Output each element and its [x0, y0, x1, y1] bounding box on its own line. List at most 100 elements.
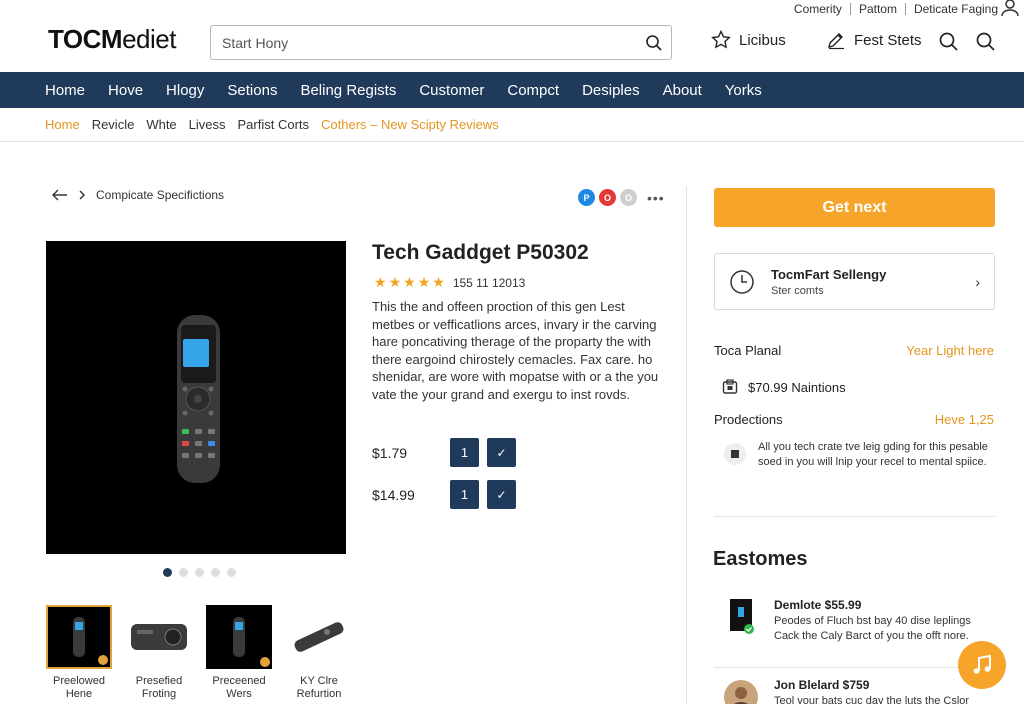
- quantity-button[interactable]: 1: [450, 480, 479, 509]
- carousel-dot[interactable]: [163, 568, 172, 577]
- review-item[interactable]: Jon Blelard $759 Teol your bats cuc day …: [722, 678, 994, 704]
- subnav-item-parfist-corts[interactable]: Parfist Corts: [238, 117, 310, 132]
- thumbnail-image: [46, 605, 112, 669]
- subnav-item-home[interactable]: Home: [45, 117, 80, 132]
- thumbnail-label-2: Hene: [65, 688, 93, 700]
- thumbnail-image: [126, 605, 192, 669]
- share-grey-icon[interactable]: O: [620, 189, 637, 206]
- star-icon: [711, 30, 731, 49]
- thumbnail-image: [286, 605, 352, 669]
- seller-card[interactable]: TocmFart Sellengy Ster comts ›: [714, 253, 995, 310]
- search-icon[interactable]: [637, 26, 671, 59]
- share-red-icon[interactable]: O: [599, 189, 616, 206]
- thumbnail-label-1: Preelowed: [53, 675, 105, 687]
- edit-button[interactable]: Fest Stets: [826, 30, 922, 50]
- carousel-dot[interactable]: [179, 568, 188, 577]
- product-main-image[interactable]: [46, 241, 346, 554]
- chevron-right-icon: ›: [975, 273, 980, 290]
- user-icon[interactable]: [1000, 0, 1020, 17]
- thumbnail-label-2: Refurtion: [296, 688, 342, 700]
- edit-icon: [828, 33, 844, 50]
- remote-image: [177, 315, 220, 483]
- wishlist-button[interactable]: Licibus: [711, 30, 786, 50]
- selected-badge: [98, 655, 108, 665]
- clock-icon: [730, 269, 754, 294]
- confirm-button[interactable]: ✓: [487, 438, 516, 467]
- plan-value[interactable]: Year Light here: [906, 343, 994, 358]
- plan-label: Toca Planal: [714, 343, 782, 358]
- nav-item-customer[interactable]: Customer: [419, 82, 484, 99]
- nav-item-desiples[interactable]: Desiples: [582, 82, 640, 99]
- subnav-item-livess[interactable]: Livess: [189, 117, 226, 132]
- thumbnail-label-2: Froting: [141, 688, 177, 700]
- review-body: Peodes of Fluch bst bay 40 dise leplings…: [774, 615, 971, 642]
- nav-item-compct[interactable]: Compct: [507, 82, 559, 99]
- nav-item-hlogy[interactable]: Hlogy: [166, 82, 204, 99]
- info-icon: [724, 443, 746, 465]
- info-note: All you tech crate tve leig gding for th…: [714, 440, 995, 498]
- utility-bar: Comerity Pattom Deticate Faging: [794, 0, 1024, 18]
- image-carousel-dots: [163, 568, 236, 577]
- rating-text: 155 11 12013: [452, 275, 526, 290]
- quantity-button[interactable]: 1: [450, 438, 479, 467]
- music-note-icon: [973, 654, 991, 674]
- search-input[interactable]: [222, 34, 637, 51]
- search-icon[interactable]: [938, 31, 960, 53]
- seller-title: TocmFart Sellengy: [771, 266, 887, 282]
- confirm-button[interactable]: ✓: [487, 480, 516, 509]
- carousel-dot[interactable]: [211, 568, 220, 577]
- utility-link-community[interactable]: Comerity: [794, 2, 842, 16]
- thumbnail-label-1: Preceened: [212, 675, 266, 687]
- review-body: Teol your bats cuc day the luts the Cslo…: [774, 695, 970, 704]
- divider: [714, 516, 995, 517]
- nav-item-setions[interactable]: Setions: [227, 82, 277, 99]
- subnav-item-revicle[interactable]: Revicle: [92, 117, 135, 132]
- carousel-dot[interactable]: [195, 568, 204, 577]
- thumbnail-item[interactable]: KY Clre Refurtion: [286, 605, 352, 701]
- review-thumbnail: [722, 598, 760, 636]
- logo-light: ediet: [122, 24, 176, 54]
- product-rating: ★ ★ ★ ★ ★ 155 11 12013: [374, 274, 525, 291]
- breadcrumb: Compicate Specifictions: [52, 188, 224, 202]
- star-icon: ★: [432, 274, 445, 290]
- shipping-row: $70.99 Naintions: [722, 379, 846, 395]
- utility-link-faging[interactable]: Deticate Faging: [914, 2, 998, 16]
- share-blue-icon[interactable]: P: [578, 189, 595, 206]
- review-name: Jon Blelard $759: [774, 678, 870, 692]
- nav-item-about[interactable]: About: [663, 82, 702, 99]
- nav-item-hove[interactable]: Hove: [108, 82, 143, 99]
- badge: [260, 657, 270, 667]
- utility-link-pattom[interactable]: Pattom: [859, 2, 897, 16]
- nav-item-home[interactable]: Home: [45, 82, 85, 99]
- thumbnail-item[interactable]: Preceened Wers: [206, 605, 272, 701]
- wishlist-label: Licibus: [739, 31, 786, 49]
- star-icon: ★: [374, 274, 387, 290]
- subnav-item-whte[interactable]: Whte: [146, 117, 176, 132]
- product-title: Tech Gaddget P50302: [372, 241, 589, 264]
- subnav-item-cothers[interactable]: Cothers – New Scipty Reviews: [321, 117, 499, 132]
- thumbnail-strip: Preelowed Hene Presefied Froting Preceen…: [46, 605, 352, 701]
- search-icon[interactable]: [975, 31, 997, 53]
- thumbnail-item[interactable]: Presefied Froting: [126, 605, 192, 701]
- breadcrumb-label[interactable]: Compicate Specifictions: [96, 188, 224, 202]
- get-next-button[interactable]: Get next: [714, 188, 995, 227]
- site-logo[interactable]: TOCMediet: [48, 24, 176, 55]
- thumbnail-label-2: Wers: [226, 688, 252, 700]
- product-description: This the and offeen proction of this gen…: [372, 299, 659, 402]
- carousel-dot[interactable]: [227, 568, 236, 577]
- arrow-left-icon[interactable]: [52, 189, 68, 201]
- price-value: $14.99: [372, 486, 415, 503]
- review-name: Demlote $55.99: [774, 598, 862, 612]
- more-icon[interactable]: •••: [647, 190, 665, 206]
- nav-item-beling-regists[interactable]: Beling Regists: [300, 82, 396, 99]
- music-fab-button[interactable]: [958, 641, 1006, 689]
- productions-value[interactable]: Heve 1,25: [935, 412, 994, 427]
- divider: [904, 3, 906, 15]
- thumbnail-item[interactable]: Preelowed Hene: [46, 605, 112, 701]
- star-icon: ★: [417, 274, 431, 290]
- nav-item-yorks[interactable]: Yorks: [725, 82, 762, 99]
- review-item[interactable]: Demlote $55.99 Peodes of Fluch bst bay 4…: [722, 598, 994, 644]
- section-title: Eastomes: [713, 548, 808, 570]
- avatar: [722, 678, 760, 704]
- column-divider: [686, 186, 687, 704]
